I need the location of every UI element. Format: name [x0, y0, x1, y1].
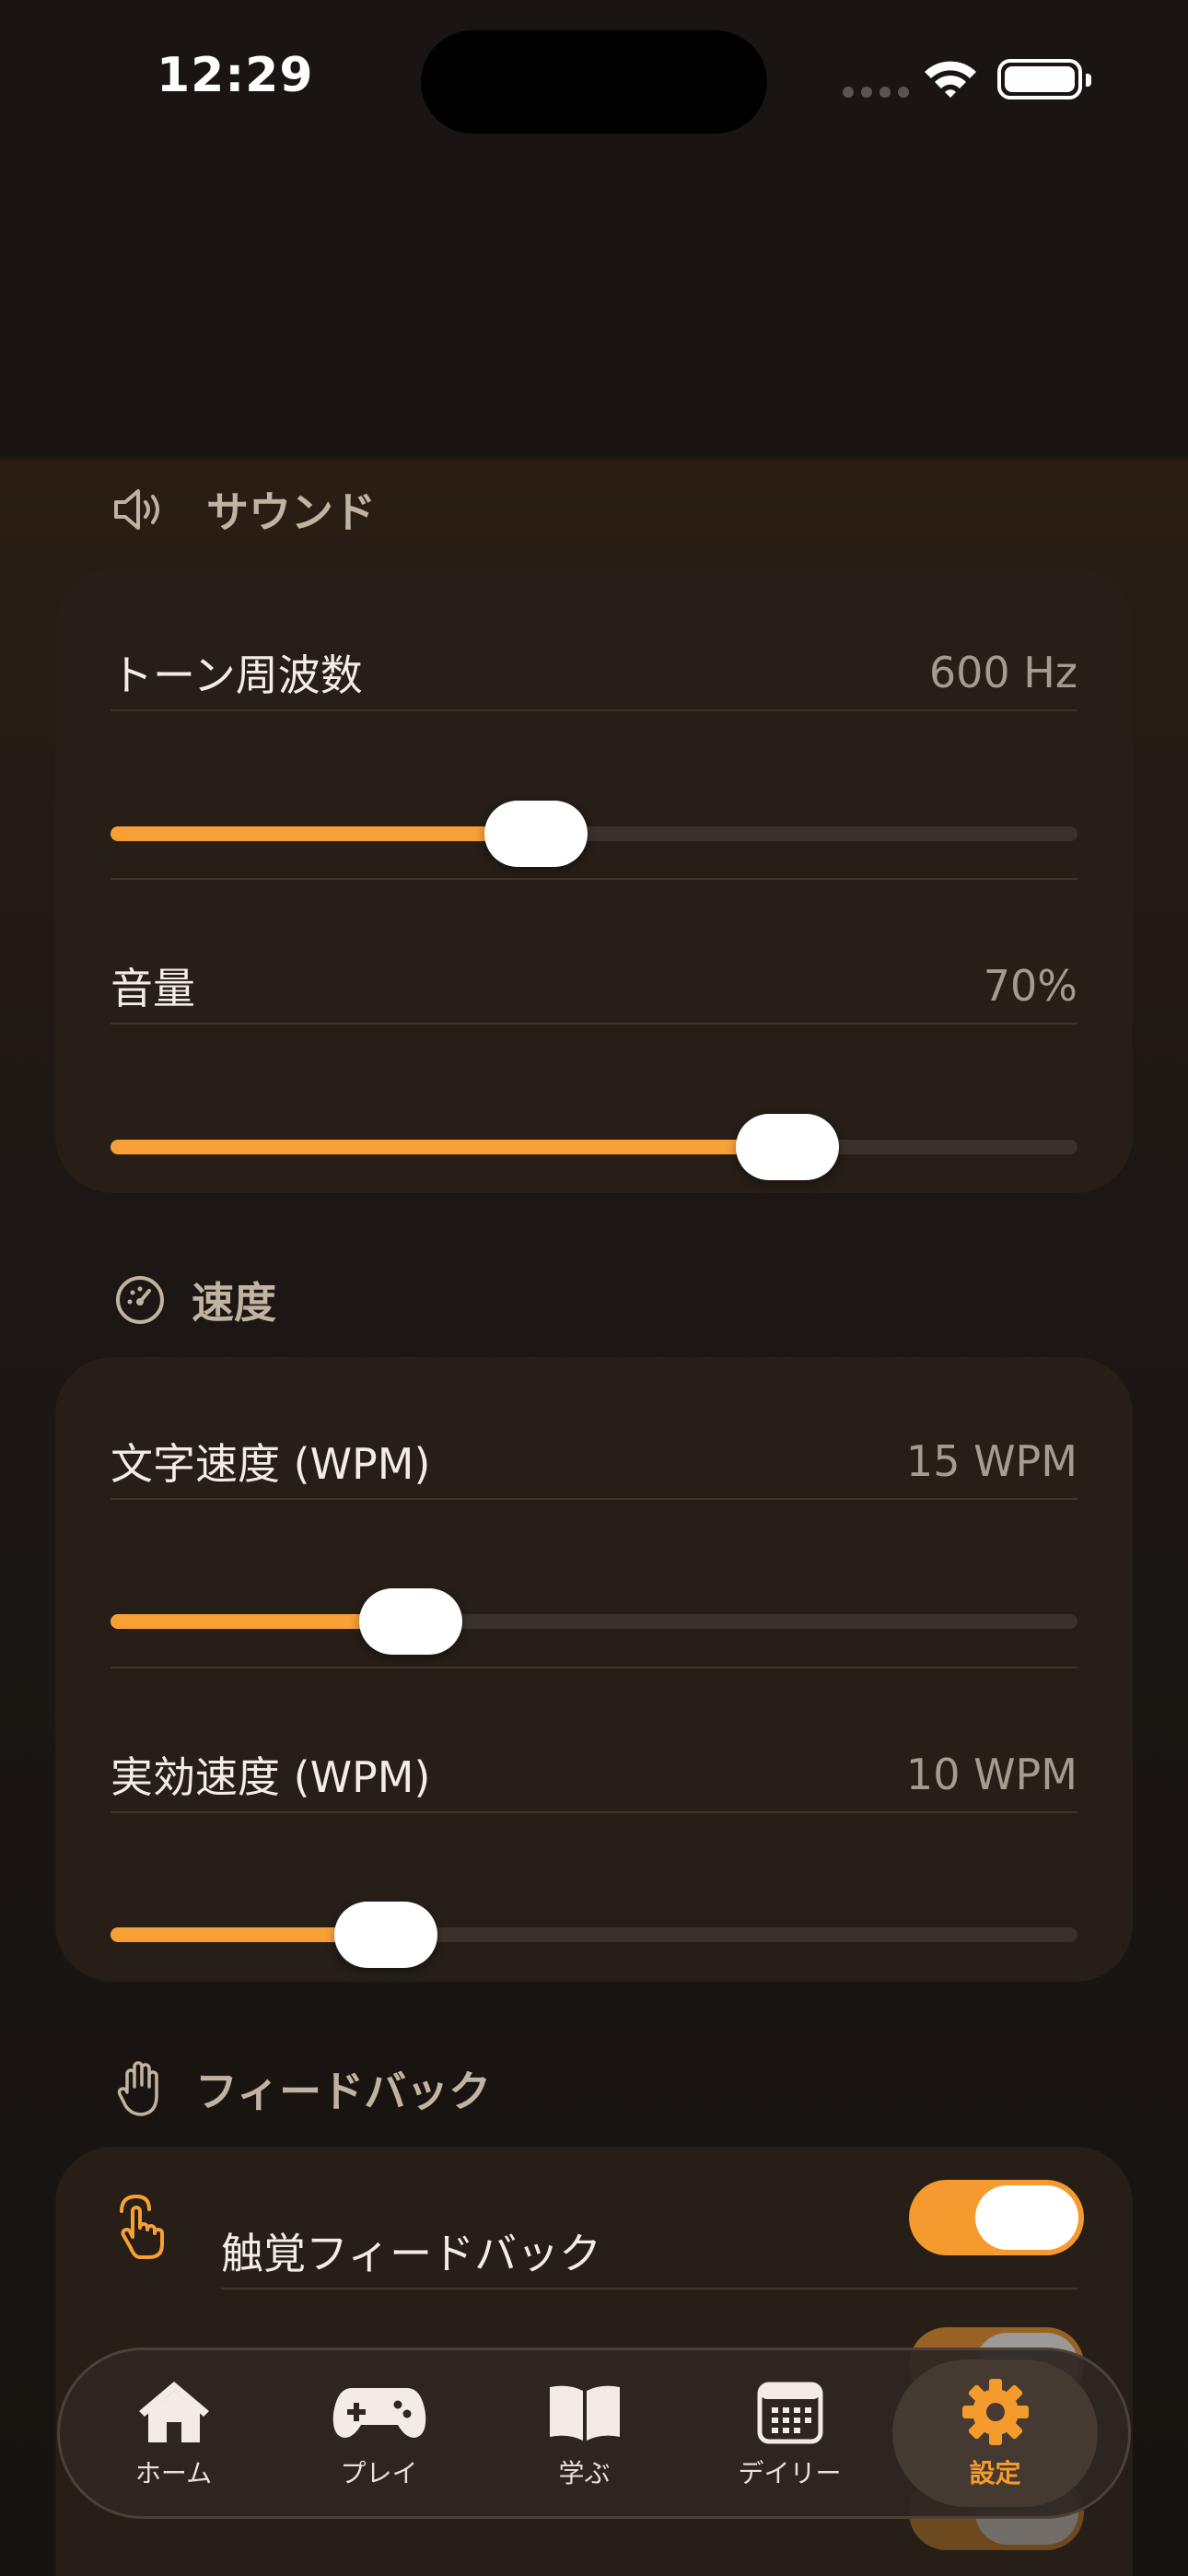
- effective-speed-row: 実効速度 (WPM) 10 WPM: [111, 1742, 1077, 1807]
- status-time: 12:29: [157, 48, 314, 103]
- calendar-icon: [757, 2376, 823, 2448]
- tone-value: 600 Hz: [928, 648, 1077, 697]
- divider: [111, 1811, 1077, 1813]
- divider: [111, 1667, 1077, 1669]
- volume-label: 音量: [111, 964, 195, 1013]
- book-icon: [546, 2376, 623, 2448]
- tab-settings[interactable]: 設定: [892, 2359, 1098, 2507]
- speed-card: 文字速度 (WPM) 15 WPM 実効速度 (WPM) 10 WPM: [55, 1357, 1133, 1982]
- haptic-toggle[interactable]: [909, 2180, 1084, 2255]
- volume-row: 音量 70%: [111, 954, 1077, 1018]
- gear-icon: [961, 2376, 1031, 2448]
- tab-daily[interactable]: デイリー: [687, 2359, 892, 2507]
- char-speed-label: 文字速度 (WPM): [111, 1439, 431, 1489]
- tone-row: トーン周波数 600 Hz: [111, 640, 1077, 705]
- speaker-icon: [111, 480, 169, 539]
- section-header-sound: サウンド: [111, 479, 376, 540]
- section-title-speed: 速度: [192, 1278, 276, 1328]
- slider-thumb[interactable]: [736, 1114, 839, 1180]
- tab-home[interactable]: ホーム: [71, 2359, 276, 2507]
- effective-speed-slider[interactable]: [111, 1898, 1077, 1972]
- divider: [111, 709, 1077, 711]
- divider: [111, 1498, 1077, 1500]
- char-speed-value: 15 WPM: [905, 1436, 1077, 1486]
- section-header-speed: 速度: [111, 1270, 276, 1330]
- slider-fill: [111, 826, 536, 841]
- wifi-icon: [921, 57, 980, 105]
- tone-label: トーン周波数: [111, 650, 363, 700]
- toggle-knob: [975, 2185, 1078, 2250]
- slider-thumb[interactable]: [358, 1588, 462, 1655]
- slider-fill: [111, 1140, 787, 1154]
- tab-label: 設定: [969, 2458, 1021, 2488]
- volume-slider[interactable]: [111, 1110, 1077, 1184]
- tone-slider[interactable]: [111, 797, 1077, 871]
- tab-learn[interactable]: 学ぶ: [482, 2359, 687, 2507]
- char-speed-slider[interactable]: [111, 1585, 1077, 1658]
- section-title-sound: サウンド: [206, 487, 376, 537]
- effective-speed-value: 10 WPM: [905, 1750, 1077, 1799]
- section-title-feedback: フィードバック: [195, 2067, 492, 2116]
- settings-screen: 12:29 サウンド トーン周波数 600 Hz 音量 70% 速度 文字速度 …: [0, 0, 1188, 2576]
- section-header-feedback: フィードバック: [111, 2058, 491, 2119]
- divider: [111, 878, 1077, 880]
- gauge-icon: [111, 1270, 169, 1329]
- divider: [221, 2288, 1077, 2289]
- cellular-signal-icon: [843, 87, 909, 98]
- dynamic-island: [421, 30, 767, 134]
- slider-thumb[interactable]: [334, 1902, 438, 1968]
- haptic-label: 触覚フィードバック: [221, 2229, 602, 2278]
- volume-value: 70%: [983, 961, 1077, 1011]
- gamecontroller-icon: [332, 2376, 427, 2448]
- tab-play[interactable]: プレイ: [276, 2359, 482, 2507]
- tab-label: ホーム: [134, 2458, 213, 2488]
- battery-icon: [997, 59, 1091, 100]
- divider: [111, 1023, 1077, 1025]
- hand-icon: [111, 2059, 169, 2118]
- tab-label: デイリー: [738, 2458, 842, 2488]
- char-speed-row: 文字速度 (WPM) 15 WPM: [111, 1429, 1077, 1493]
- house-icon: [135, 2376, 213, 2448]
- tab-label: プレイ: [340, 2458, 418, 2488]
- tab-bar: ホーム プレイ 学ぶ デイリー 設定: [57, 2348, 1131, 2519]
- tab-label: 学ぶ: [558, 2458, 611, 2488]
- sound-card: トーン周波数 600 Hz 音量 70%: [55, 568, 1133, 1193]
- tap-hand-icon: [112, 2191, 173, 2265]
- slider-thumb[interactable]: [484, 801, 588, 867]
- effective-speed-label: 実効速度 (WPM): [111, 1752, 431, 1802]
